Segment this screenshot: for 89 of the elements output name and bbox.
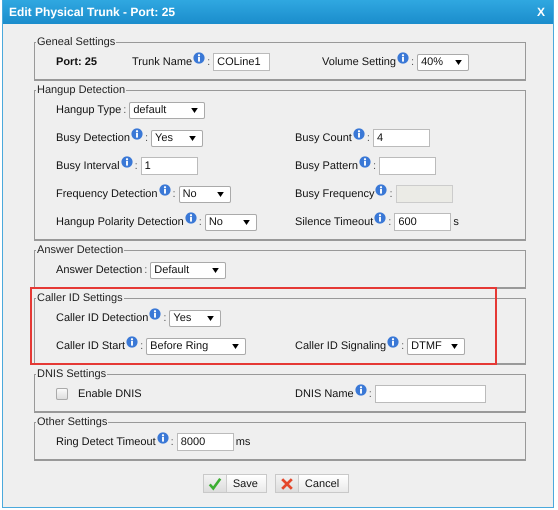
input-field[interactable]: 1 xyxy=(140,157,198,175)
port-label: Port: 25 xyxy=(56,56,97,68)
caret-icon xyxy=(191,108,198,112)
input-field[interactable] xyxy=(379,157,436,175)
field-label: Ring Detect Timeout xyxy=(56,436,156,448)
info-icon[interactable] xyxy=(387,336,400,348)
field-label: Busy Count xyxy=(295,132,352,144)
field-label: Silence Timeout xyxy=(295,216,374,228)
info-icon[interactable] xyxy=(120,156,133,168)
caret-icon xyxy=(212,268,220,272)
unit-label: s xyxy=(453,216,459,228)
colon: : xyxy=(411,56,414,68)
dropdown[interactable]: Yes xyxy=(151,130,204,146)
dropdown[interactable]: No xyxy=(178,186,231,202)
field-label: Trunk Name xyxy=(132,56,192,68)
colon: : xyxy=(170,436,174,448)
caret-icon xyxy=(207,316,214,320)
colon: : xyxy=(372,160,376,172)
save-button[interactable]: Save xyxy=(202,474,267,493)
colon: : xyxy=(368,388,372,400)
colon: : xyxy=(172,188,176,200)
group-title: Other Settings xyxy=(36,416,108,428)
field-label: Volume Setting xyxy=(322,56,396,68)
info-icon[interactable] xyxy=(184,212,197,224)
unit-label: ms xyxy=(236,436,250,448)
colon: : xyxy=(144,264,148,276)
group-title: Hangup Detection xyxy=(36,84,126,96)
colon: : xyxy=(366,132,370,144)
info-icon[interactable] xyxy=(397,52,409,64)
dropdown[interactable]: 40% xyxy=(417,54,470,70)
group-title: DNIS Settings xyxy=(36,368,108,380)
caret-icon xyxy=(232,344,240,348)
colon: : xyxy=(144,132,148,144)
field-label: Busy Frequency xyxy=(295,188,374,200)
group-title: Geneal Settings xyxy=(36,36,116,48)
field-label: DNIS Name xyxy=(295,388,354,400)
checkbox[interactable] xyxy=(56,388,68,400)
colon: : xyxy=(207,56,210,68)
cancel-button[interactable]: Cancel xyxy=(274,474,350,493)
colon: : xyxy=(163,312,166,324)
dropdown[interactable]: DTMF xyxy=(407,338,466,354)
info-icon[interactable] xyxy=(126,336,138,348)
info-icon[interactable] xyxy=(354,384,367,396)
caret-icon xyxy=(216,192,224,196)
colon: : xyxy=(198,216,202,228)
caret-icon xyxy=(189,136,196,140)
field-label: Busy Pattern xyxy=(295,160,358,172)
field-label: Busy Interval xyxy=(56,160,120,172)
colon: : xyxy=(140,340,144,352)
input-field[interactable]: 8000 xyxy=(176,433,234,451)
field-label: Hangup Type xyxy=(56,104,122,116)
dropdown[interactable]: Default xyxy=(150,262,226,278)
input-field[interactable] xyxy=(374,385,486,403)
info-icon[interactable] xyxy=(156,432,169,444)
colon: : xyxy=(134,160,138,172)
dropdown[interactable]: No xyxy=(204,214,257,230)
field-label: Caller ID Detection xyxy=(56,312,148,324)
info-icon[interactable] xyxy=(130,128,143,140)
colon: : xyxy=(123,104,126,116)
dropdown[interactable]: default xyxy=(129,102,206,118)
colon: : xyxy=(401,340,404,352)
info-icon[interactable] xyxy=(352,128,365,140)
input-field[interactable]: 600 xyxy=(394,213,452,231)
cross-icon xyxy=(280,476,294,490)
caret-icon xyxy=(451,344,458,348)
info-icon[interactable] xyxy=(149,308,162,320)
dropdown[interactable]: Yes xyxy=(169,310,222,326)
input-field[interactable]: 4 xyxy=(372,129,430,147)
dropdown[interactable]: Before Ring xyxy=(146,338,246,354)
field-label: Caller ID Signaling xyxy=(295,340,386,352)
info-icon[interactable] xyxy=(158,184,170,196)
info-icon[interactable] xyxy=(193,52,206,64)
field-label: Frequency Detection xyxy=(56,188,158,200)
colon: : xyxy=(388,216,392,228)
field-label: Answer Detection xyxy=(56,264,142,276)
caret-icon xyxy=(455,60,462,64)
field-label: Busy Detection xyxy=(56,132,130,144)
field-label: Caller ID Start xyxy=(56,340,126,352)
info-icon[interactable] xyxy=(374,212,386,224)
input-field[interactable]: COLine1 xyxy=(213,53,270,71)
checkbox-label: Enable DNIS xyxy=(78,388,142,400)
group-title: Answer Detection xyxy=(36,244,124,256)
caret-icon xyxy=(242,220,250,224)
group-title: Caller ID Settings xyxy=(36,292,124,304)
info-icon[interactable] xyxy=(358,156,371,168)
colon: : xyxy=(389,188,393,200)
window-title: Edit Physical Trunk - Port: 25 xyxy=(9,5,176,19)
checkmark-icon xyxy=(208,476,222,490)
field-label: Hangup Polarity Detection xyxy=(56,216,184,228)
